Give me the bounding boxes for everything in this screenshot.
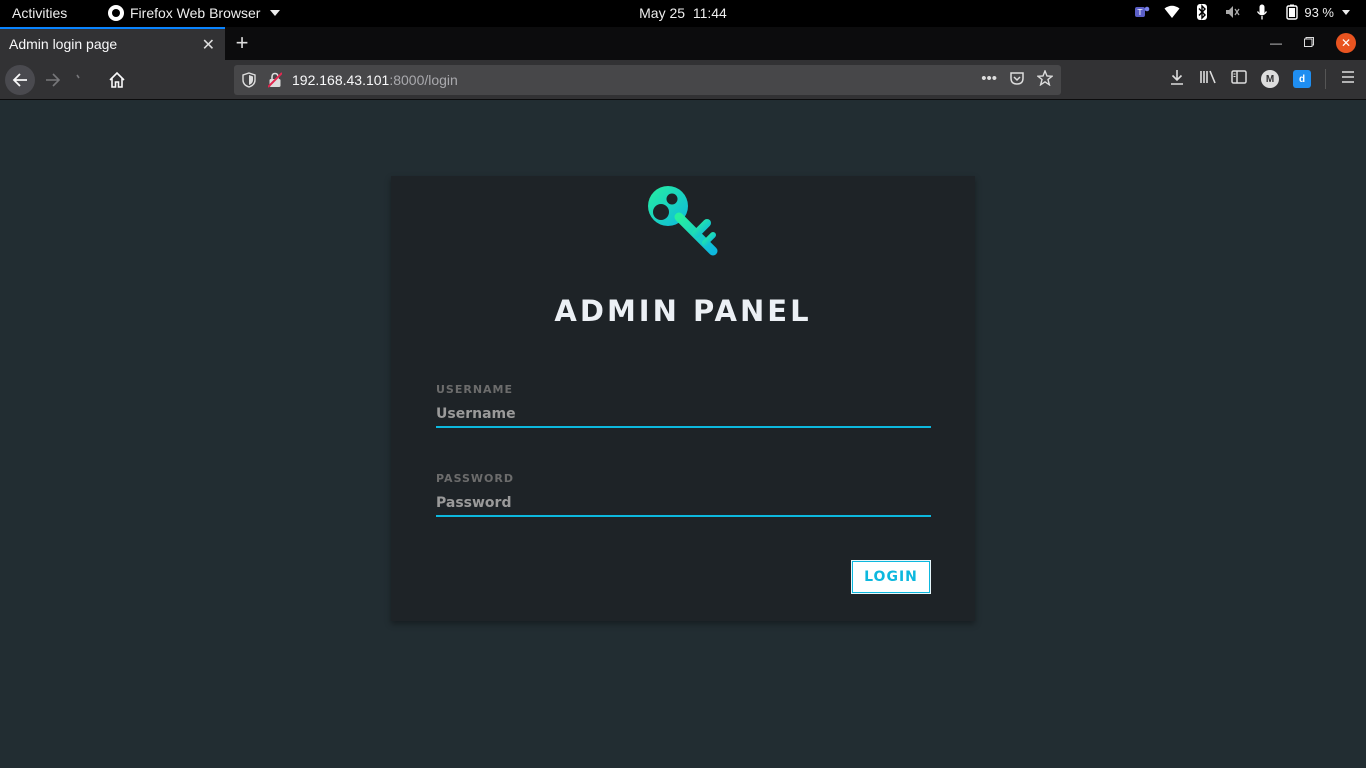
tab-title: Admin login page (9, 36, 118, 52)
toolbar-right: M d (1169, 69, 1356, 89)
volume-muted-icon[interactable] (1224, 4, 1240, 20)
wifi-icon[interactable] (1164, 4, 1180, 20)
url-host: 192.168.43.101 (292, 72, 390, 88)
bookmark-star-icon[interactable] (1036, 69, 1054, 90)
battery-percent: 93 % (1304, 4, 1334, 20)
login-card: ADMIN PANEL USERNAME PASSWORD LOGIN (391, 176, 975, 621)
clock-time: 11:44 (692, 5, 727, 21)
maximize-icon[interactable] (1304, 36, 1314, 50)
extension-d-icon[interactable]: d (1293, 70, 1311, 88)
username-field-group: USERNAME (436, 383, 931, 428)
minimize-icon[interactable]: — (1270, 36, 1282, 50)
library-icon[interactable] (1199, 69, 1217, 89)
tab-admin-login[interactable]: Admin login page ✕ (0, 27, 225, 60)
system-tray[interactable]: T 93 % (1134, 4, 1350, 20)
activities-button[interactable]: Activities (12, 5, 67, 21)
clock-date: May 25 (639, 5, 686, 21)
close-icon[interactable]: ✕ (202, 35, 215, 55)
navigation-toolbar: 192.168.43.101:8000/login ••• M d (0, 60, 1366, 100)
password-field-group: PASSWORD (436, 472, 931, 517)
forward-button[interactable] (38, 65, 68, 95)
page-content: ADMIN PANEL USERNAME PASSWORD LOGIN (0, 101, 1366, 768)
username-label: USERNAME (436, 383, 514, 396)
window-close-icon[interactable]: ✕ (1336, 33, 1356, 53)
app-menu[interactable]: Firefox Web Browser (108, 5, 281, 21)
bluetooth-icon[interactable] (1194, 4, 1210, 20)
reload-button[interactable] (66, 65, 96, 95)
page-actions-menu-icon[interactable]: ••• (981, 70, 997, 90)
password-label: PASSWORD (436, 472, 515, 485)
microphone-icon[interactable] (1254, 4, 1270, 20)
hamburger-menu-icon[interactable] (1340, 70, 1356, 88)
tab-bar: Admin login page ✕ + — ✕ (0, 27, 1366, 60)
home-button[interactable] (102, 65, 132, 95)
username-input[interactable] (436, 402, 931, 428)
clock-button[interactable]: May 25 11:44 (639, 5, 727, 21)
url-bar[interactable]: 192.168.43.101:8000/login ••• (234, 65, 1061, 95)
arrow-right-icon (46, 73, 61, 87)
sidebar-icon[interactable] (1231, 70, 1247, 88)
tracking-protection-shield-icon[interactable] (242, 72, 256, 88)
login-button[interactable]: LOGIN (851, 560, 931, 594)
spinner-icon (76, 74, 80, 79)
back-button[interactable] (5, 65, 35, 95)
url-bar-actions: ••• (981, 69, 1054, 90)
chevron-down-icon (1342, 9, 1350, 15)
home-icon (109, 71, 125, 88)
url-path: :8000/login (389, 72, 458, 88)
window-controls: — ✕ (1270, 33, 1356, 53)
separator (1325, 69, 1326, 89)
key-icon (648, 186, 718, 256)
page-title: ADMIN PANEL (554, 294, 812, 328)
downloads-icon[interactable] (1169, 69, 1185, 89)
teams-icon[interactable]: T (1134, 4, 1150, 20)
arrow-left-icon (12, 73, 27, 87)
system-top-bar: Activities Firefox Web Browser May 25 11… (0, 0, 1366, 27)
pocket-icon[interactable] (1009, 70, 1025, 90)
url-text[interactable]: 192.168.43.101:8000/login (292, 72, 458, 88)
new-tab-button[interactable]: + (232, 30, 252, 56)
insecure-lock-icon[interactable] (267, 72, 283, 88)
chevron-down-icon (270, 10, 281, 16)
battery-icon[interactable]: 93 % (1284, 4, 1350, 20)
extension-m-icon[interactable]: M (1261, 70, 1279, 88)
svg-text:T: T (1137, 8, 1143, 17)
password-input[interactable] (436, 491, 931, 517)
firefox-icon (108, 5, 124, 21)
app-menu-label: Firefox Web Browser (130, 5, 261, 21)
